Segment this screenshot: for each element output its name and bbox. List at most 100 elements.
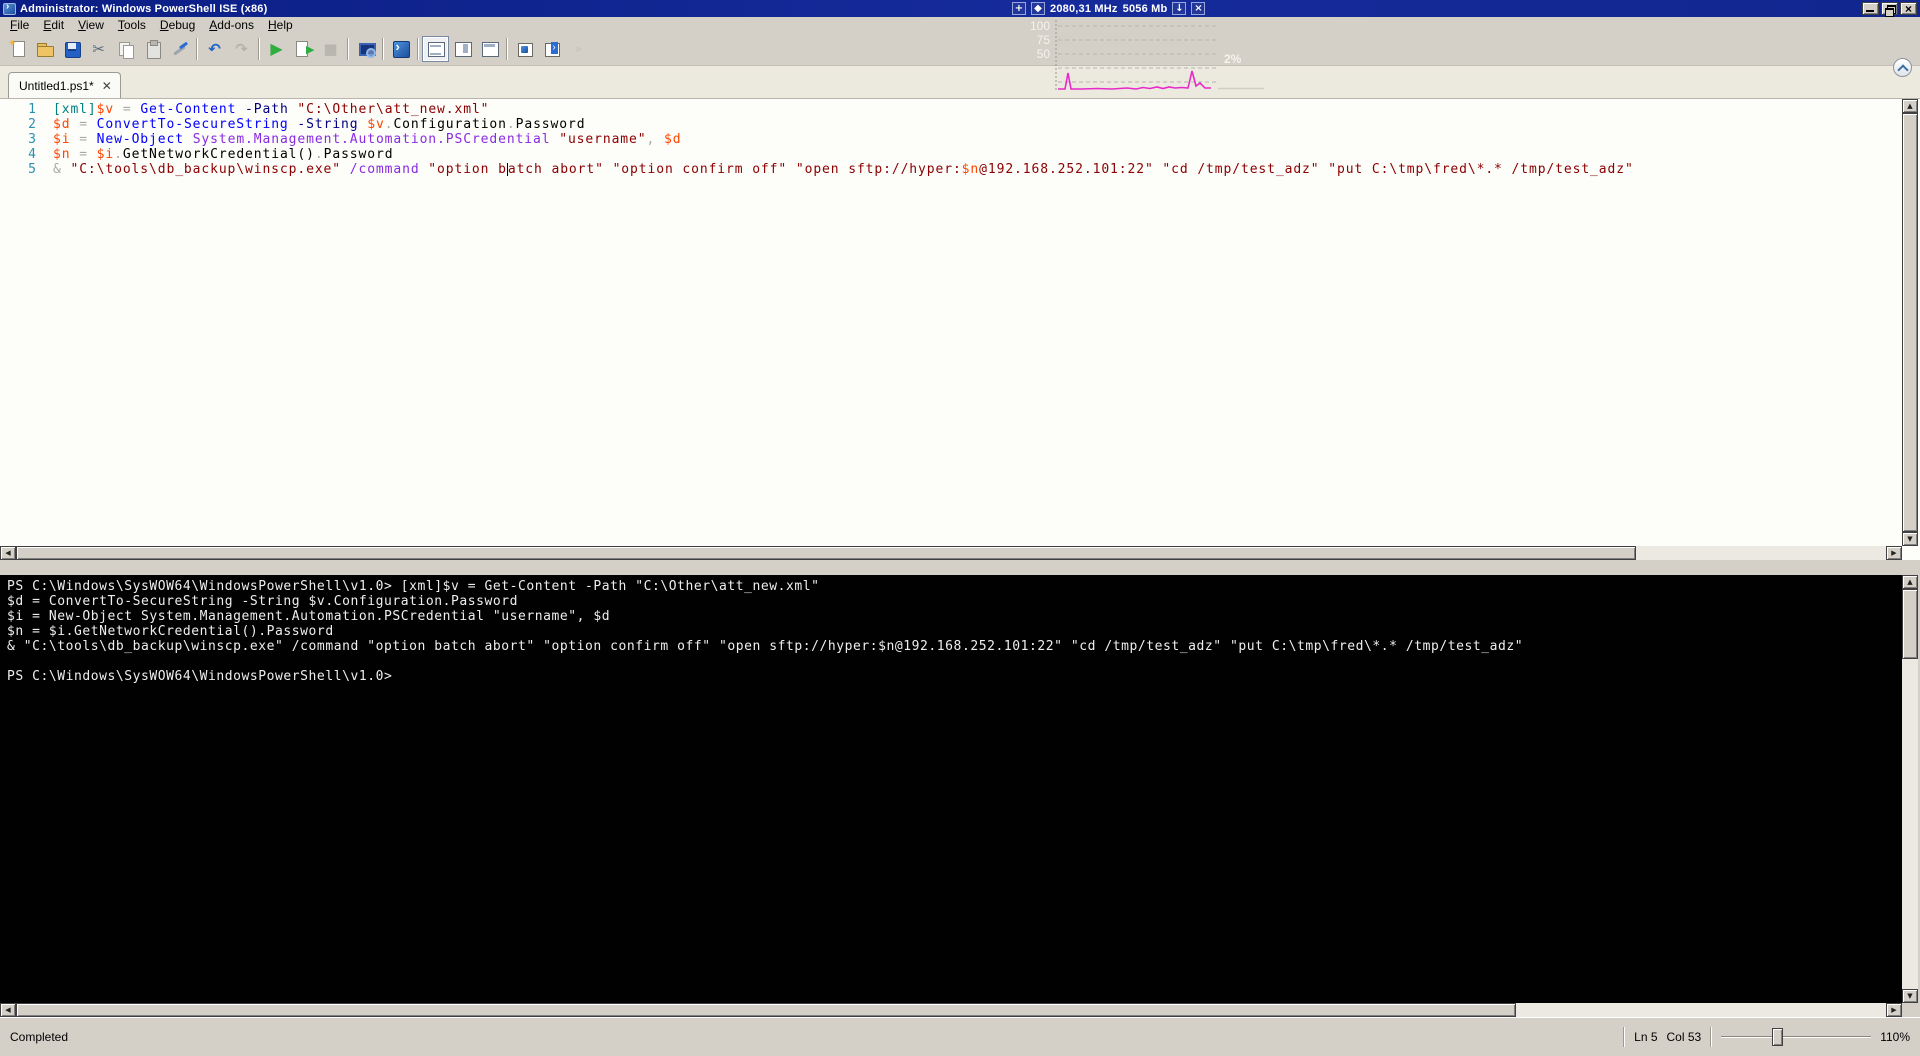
pane-splitter[interactable] <box>0 560 1920 575</box>
toolbar: ✂↶↷▶■» <box>0 33 1920 66</box>
scroll-down-icon[interactable]: ▼ <box>1902 989 1918 1003</box>
undo-button[interactable]: ↶ <box>201 36 228 62</box>
gadget-minimize-icon[interactable]: ↓ <box>1172 2 1186 15</box>
line-number: 4 <box>0 147 40 162</box>
show-script-pane-top-button[interactable] <box>422 36 449 62</box>
console-line <box>7 654 1902 669</box>
console-pane[interactable]: PS C:\Windows\SysWOW64\WindowsPowerShell… <box>0 575 1902 1003</box>
app-icon <box>3 3 16 15</box>
console-vertical-scrollbar[interactable]: ▲ ▼ <box>1902 575 1918 1003</box>
window-title: Administrator: Windows PowerShell ISE (x… <box>20 3 268 15</box>
new-remote-tab-button[interactable] <box>538 36 565 62</box>
clear-console-pane-icon <box>171 40 189 58</box>
new-script-button[interactable] <box>4 36 31 62</box>
menu-addons[interactable]: Add-ons <box>202 17 261 33</box>
copy-button[interactable] <box>112 36 139 62</box>
editor-line-3[interactable]: 3$i = New-Object System.Management.Autom… <box>0 132 1902 147</box>
paste-button[interactable] <box>139 36 166 62</box>
line-number: 1 <box>0 102 40 117</box>
copy-icon <box>117 40 135 58</box>
show-script-pane-right-button[interactable] <box>449 36 476 62</box>
close-button[interactable] <box>1900 2 1917 15</box>
toolbar-separator <box>382 38 384 60</box>
gadget-close-icon[interactable]: × <box>1191 2 1205 15</box>
menu-bar: FileEditViewToolsDebugAdd-onsHelp <box>0 17 1920 33</box>
restore-button[interactable] <box>1881 2 1898 15</box>
code-text: [xml]$v = Get-Content -Path "C:\Other\at… <box>40 102 489 117</box>
new-powershell-tab-icon <box>516 40 534 58</box>
toolbar-separator <box>347 38 349 60</box>
run-script-button[interactable]: ▶ <box>263 36 290 62</box>
line-number: 5 <box>0 162 40 177</box>
menu-view[interactable]: View <box>71 17 111 33</box>
tab-label: Untitled1.ps1* <box>19 79 94 93</box>
tab-close-icon[interactable]: ✕ <box>102 79 112 93</box>
scroll-down-icon[interactable]: ▼ <box>1902 532 1918 546</box>
toolbar-separator <box>417 38 419 60</box>
redo-button: ↷ <box>228 36 255 62</box>
start-powershell-exe-icon <box>392 40 410 58</box>
minimize-button[interactable] <box>1862 2 1879 15</box>
cut-icon: ✂ <box>92 42 105 57</box>
code-text: & "C:\tools\db_backup\winscp.exe" /comma… <box>40 162 1634 177</box>
console-line: PS C:\Windows\SysWOW64\WindowsPowerShell… <box>7 669 1902 684</box>
scroll-right-icon[interactable]: ▶ <box>1886 1003 1902 1017</box>
save-script-button[interactable] <box>58 36 85 62</box>
tab-strip: Untitled1.ps1* ✕ <box>0 66 1920 98</box>
editor-vscroll-thumb[interactable] <box>1902 113 1918 532</box>
tab-untitled1[interactable]: Untitled1.ps1* ✕ <box>8 72 121 99</box>
scroll-left-icon[interactable]: ◀ <box>0 546 16 560</box>
status-text: Completed <box>10 1030 68 1044</box>
clear-console-pane-button[interactable] <box>166 36 193 62</box>
console-line: $n = $i.GetNetworkCredential().Password <box>7 624 1902 639</box>
console-line: $i = New-Object System.Management.Automa… <box>7 609 1902 624</box>
editor-line-2[interactable]: 2$d = ConvertTo-SecureString -String $v.… <box>0 117 1902 132</box>
line-indicator: Ln 5 <box>1634 1030 1657 1044</box>
gadget-diamond-icon[interactable]: ◆ <box>1031 2 1045 15</box>
start-powershell-exe-button[interactable] <box>387 36 414 62</box>
editor-hscroll-thumb[interactable] <box>16 546 1636 560</box>
script-editor-pane[interactable]: 1[xml]$v = Get-Content -Path "C:\Other\a… <box>0 98 1920 560</box>
open-script-button[interactable] <box>31 36 58 62</box>
new-powershell-tab-button[interactable] <box>511 36 538 62</box>
console-horizontal-scrollbar[interactable]: ◀ ▶ <box>0 1003 1902 1017</box>
show-script-pane-top-icon <box>427 40 445 58</box>
menu-help[interactable]: Help <box>261 17 300 33</box>
status-bar: Completed Ln 5 Col 53 110% <box>0 1017 1920 1056</box>
editor-line-1[interactable]: 1[xml]$v = Get-Content -Path "C:\Other\a… <box>0 102 1902 117</box>
editor-vertical-scrollbar[interactable]: ▲ ▼ <box>1902 99 1918 546</box>
editor-content[interactable]: 1[xml]$v = Get-Content -Path "C:\Other\a… <box>0 99 1902 546</box>
run-selection-button[interactable] <box>290 36 317 62</box>
console-hscroll-thumb[interactable] <box>16 1003 1516 1017</box>
menu-debug[interactable]: Debug <box>153 17 202 33</box>
redo-icon: ↷ <box>235 42 248 57</box>
console-line: $d = ConvertTo-SecureString -String $v.C… <box>7 594 1902 609</box>
gadget-move-icon[interactable]: + <box>1012 2 1026 15</box>
scroll-left-icon[interactable]: ◀ <box>0 1003 16 1017</box>
show-script-pane-maximized-button[interactable] <box>476 36 503 62</box>
line-number: 2 <box>0 117 40 132</box>
zoom-slider-thumb[interactable] <box>1772 1028 1783 1046</box>
console-line: & "C:\tools\db_backup\winscp.exe" /comma… <box>7 639 1902 654</box>
scroll-up-icon[interactable]: ▲ <box>1902 575 1918 589</box>
console-vscroll-thumb[interactable] <box>1902 589 1918 659</box>
cut-button[interactable]: ✂ <box>85 36 112 62</box>
menu-tools[interactable]: Tools <box>111 17 153 33</box>
zoom-level: 110% <box>1880 1030 1910 1044</box>
zoom-slider-track[interactable] <box>1721 1036 1871 1038</box>
code-text: $i = New-Object System.Management.Automa… <box>40 132 681 147</box>
stop-operation-button: ■ <box>317 36 344 62</box>
zoom-slider[interactable] <box>1721 1027 1871 1047</box>
new-remote-powershell-tab-button[interactable] <box>352 36 379 62</box>
collapse-chevron-button[interactable] <box>1893 58 1912 77</box>
editor-horizontal-scrollbar[interactable]: ◀ ▶ <box>0 546 1902 560</box>
editor-line-4[interactable]: 4$n = $i.GetNetworkCredential().Password <box>0 147 1902 162</box>
menu-edit[interactable]: Edit <box>36 17 71 33</box>
menu-file[interactable]: File <box>3 17 36 33</box>
editor-line-5[interactable]: 5& "C:\tools\db_backup\winscp.exe" /comm… <box>0 162 1902 177</box>
statusbar-separator <box>1710 1027 1712 1047</box>
run-script-icon: ▶ <box>270 41 282 57</box>
scroll-up-icon[interactable]: ▲ <box>1902 99 1918 113</box>
scroll-right-icon[interactable]: ▶ <box>1886 546 1902 560</box>
stop-operation-icon: ■ <box>323 42 337 57</box>
